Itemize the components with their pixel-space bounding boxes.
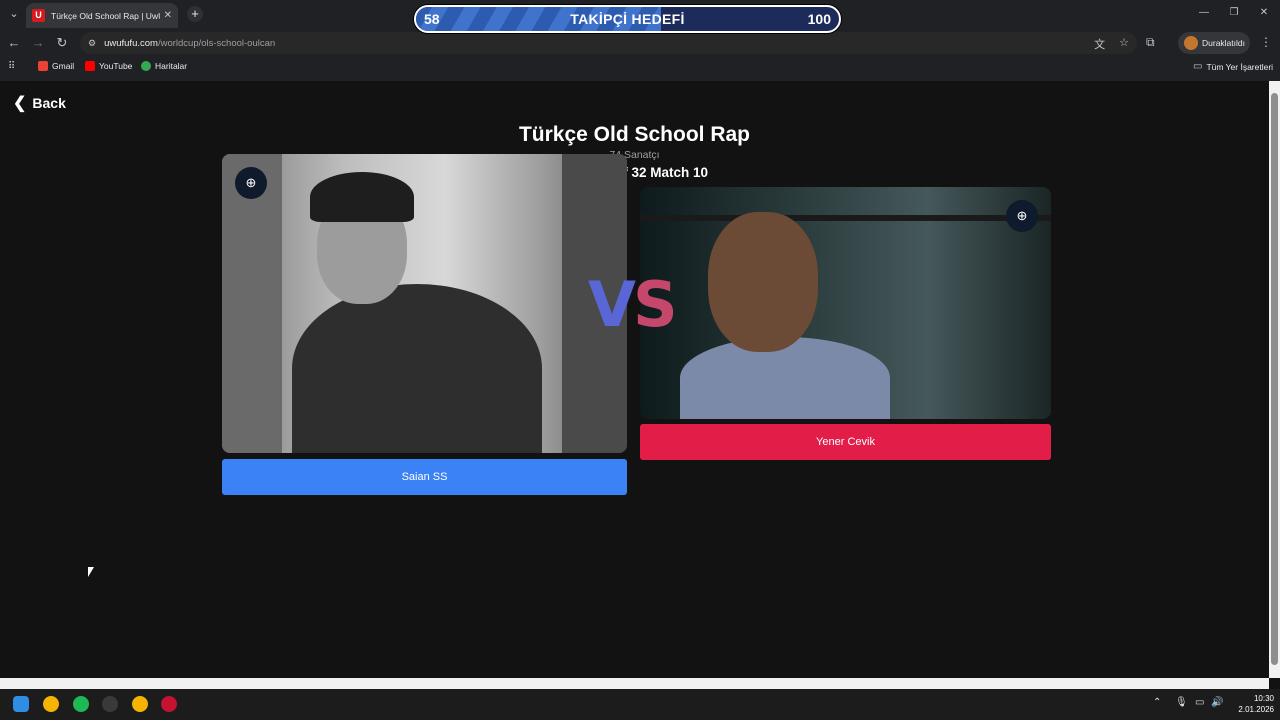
clock-time: 10:30 xyxy=(1253,694,1274,703)
maps-icon xyxy=(141,61,151,71)
translate-icon[interactable]: 文 xyxy=(1094,36,1105,52)
system-clock[interactable]: 10:30 2.01.2026 xyxy=(1228,693,1274,715)
vertical-scrollbar[interactable] xyxy=(1269,81,1280,678)
zoom-in-icon[interactable]: ⊕ xyxy=(1006,200,1038,232)
chrome-active-icon[interactable] xyxy=(132,696,148,712)
page-title: Türkçe Old School Rap xyxy=(518,123,751,146)
site-favicon-icon: U xyxy=(32,9,45,22)
chevron-left-icon: ❮ xyxy=(13,95,27,112)
new-tab-button[interactable]: + xyxy=(187,6,203,22)
apps-grid-icon[interactable]: ⠿ xyxy=(8,61,15,72)
address-bar[interactable]: ⚙ uwufufu.com/worldcup/ols-school-oulcan… xyxy=(80,32,1137,54)
back-arrow-icon[interactable]: ← xyxy=(6,35,22,51)
profile-button[interactable]: Duraklatıldı xyxy=(1178,32,1250,54)
gmail-icon xyxy=(38,61,48,71)
vs-label: VS xyxy=(588,268,678,341)
person-shirt xyxy=(680,337,890,419)
clock-date: 2.01.2026 xyxy=(1238,705,1274,714)
microphone-icon[interactable]: 🎙 xyxy=(1175,697,1188,708)
reload-icon[interactable]: ↻ xyxy=(54,35,70,51)
artist-count: 74 Sanatçı xyxy=(609,149,660,161)
mouse-cursor-icon xyxy=(88,567,94,577)
back-label: Back xyxy=(32,95,66,111)
bookmark-youtube[interactable]: YouTube xyxy=(85,61,132,71)
page-content: ❮ Back Türkçe Old School Rap 74 Sanatçı … xyxy=(0,81,1269,678)
app-icon[interactable] xyxy=(102,696,118,712)
goal-target: 100 xyxy=(807,11,831,27)
back-button[interactable]: ❮ Back xyxy=(13,93,66,113)
bookmark-gmail[interactable]: Gmail xyxy=(38,61,74,71)
vs-letter-s: S xyxy=(632,268,678,341)
bookmark-star-icon[interactable]: ☆ xyxy=(1119,36,1129,52)
url-path: /worldcup/ols-school-oulcan xyxy=(157,37,276,49)
left-candidate-button[interactable]: Saian SS xyxy=(222,459,627,495)
taskbar: ⌃ 🎙 ▭ 🔊 10:30 2.01.2026 xyxy=(0,689,1280,720)
bookmarks-bar: ⠿ Gmail YouTube Haritalar ▭ Tüm Yer İşar… xyxy=(0,58,1280,76)
tab-close-icon[interactable]: ✕ xyxy=(164,10,172,21)
person-face xyxy=(708,212,818,352)
tab-search-icon[interactable]: ⌄ xyxy=(6,6,22,22)
follower-goal-overlay: 58 TAKİPÇİ HEDEFİ 100 xyxy=(414,5,841,33)
person-body xyxy=(292,284,542,453)
round-label: Rounds of 32 Match 10 xyxy=(560,165,709,180)
folder-icon: ▭ xyxy=(1193,61,1203,72)
extensions-icon[interactable]: ⧉ xyxy=(1146,35,1155,50)
fence-rail xyxy=(640,215,1051,221)
url-host: uwufufu.com xyxy=(104,37,158,49)
opera-icon[interactable] xyxy=(161,696,177,712)
vs-letter-v: V xyxy=(588,268,636,341)
close-window-icon[interactable]: ✕ xyxy=(1249,4,1279,22)
person-beanie xyxy=(310,172,414,222)
right-candidate-image[interactable]: ⊕ xyxy=(640,187,1051,419)
all-bookmarks-label: Tüm Yer İşaretleri xyxy=(1206,61,1274,72)
bookmark-label: Haritalar xyxy=(155,61,188,71)
browser-toolbar: ← → ↻ ⚙ uwufufu.com/worldcup/ols-school-… xyxy=(0,30,1280,56)
forward-arrow-icon[interactable]: → xyxy=(30,35,46,51)
restore-icon[interactable]: ❐ xyxy=(1219,4,1249,22)
left-candidate-image[interactable]: ⊕ xyxy=(222,154,627,453)
menu-dots-icon[interactable]: ⋮ xyxy=(1260,35,1272,49)
zoom-in-icon[interactable]: ⊕ xyxy=(235,167,267,199)
avatar xyxy=(1184,36,1198,50)
spotify-icon[interactable] xyxy=(73,696,89,712)
bookmark-label: Gmail xyxy=(52,61,75,71)
horizontal-scrollbar[interactable] xyxy=(0,678,1269,689)
tab-active[interactable]: U Türkçe Old School Rap | UwUFU ✕ xyxy=(26,3,178,28)
profile-label: Duraklatıldı xyxy=(1202,38,1245,48)
windows-start-icon[interactable] xyxy=(13,696,29,712)
volume-icon[interactable]: 🔊 xyxy=(1211,697,1223,708)
right-candidate-button[interactable]: Yener Cevik xyxy=(640,424,1051,460)
network-icon[interactable]: ▭ xyxy=(1195,697,1204,708)
show-hidden-icons-icon[interactable]: ⌃ xyxy=(1153,697,1161,708)
all-bookmarks[interactable]: ▭ Tüm Yer İşaretleri xyxy=(1193,61,1273,72)
scroll-thumb[interactable] xyxy=(1271,93,1278,665)
bookmark-label: YouTube xyxy=(99,61,133,71)
youtube-icon xyxy=(85,61,95,71)
bookmark-haritalar[interactable]: Haritalar xyxy=(141,61,187,71)
site-info-icon[interactable]: ⚙ xyxy=(88,38,96,49)
minimize-icon[interactable]: — xyxy=(1189,4,1219,22)
tab-title: Türkçe Old School Rap | UwUFU xyxy=(51,10,160,21)
goal-title: TAKİPÇİ HEDEFİ xyxy=(570,11,685,27)
chrome-icon[interactable] xyxy=(43,696,59,712)
